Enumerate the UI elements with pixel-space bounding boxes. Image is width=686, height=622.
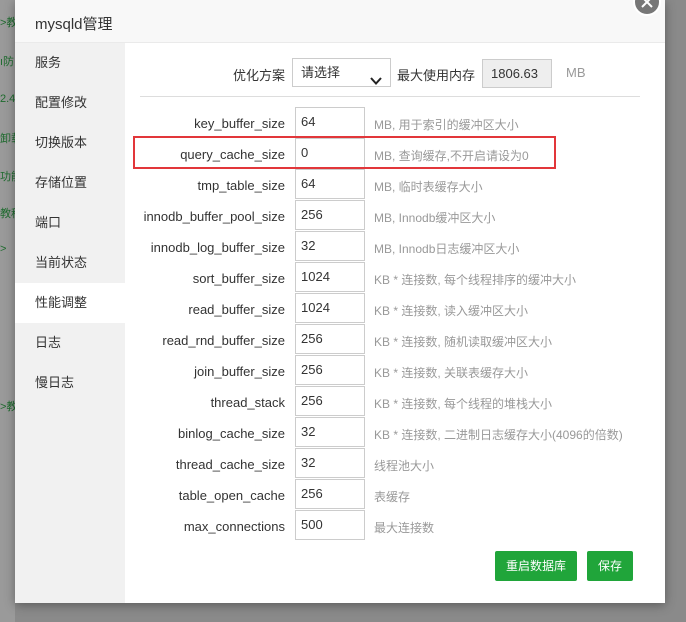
param-input[interactable]: 32 [295,417,365,447]
param-input[interactable]: 32 [295,231,365,261]
param-description: MB, 查询缓存,不开启请设为0 [374,149,529,163]
background-text-fragment: >教 [0,401,15,413]
mysqld-dialog: mysqld管理 服务 配置修改 切换版本 存储位置 端口 当前状态 性能调整 日志 慢日志 优… [15,0,665,603]
param-row: table_open_cache 256 表缓存 [125,479,665,510]
max-memory-input[interactable]: 1806.63 [482,59,552,88]
param-label: table_open_cache [178,488,285,503]
optimize-scheme-select[interactable]: 请选择 [292,58,391,87]
dialog-titlebar: mysqld管理 [15,0,665,43]
sidebar-item[interactable]: 慢日志 [15,363,125,403]
param-label: join_buffer_size [194,364,285,379]
param-label: thread_stack [210,395,285,410]
param-row: read_buffer_size 1024 KB * 连接数, 读入缓冲区大小 [125,293,665,324]
param-label: thread_cache_size [175,457,285,472]
param-label: max_connections [183,519,285,534]
param-row: binlog_cache_size 32 KB * 连接数, 二进制日志缓存大小(4… [125,417,665,448]
param-row: tmp_table_size 64 MB, 临时表缓存大小 [125,169,665,200]
max-memory-unit: MB [566,65,586,80]
param-input[interactable]: 256 [295,355,365,385]
sidebar: 服务 配置修改 切换版本 存储位置 端口 当前状态 性能调整 日志 慢日志 [15,43,125,603]
param-input[interactable]: 500 [295,510,365,540]
close-icon [641,0,653,8]
param-row: innodb_buffer_pool_size 256 MB, Innodb缓冲区大… [125,200,665,231]
param-label: innodb_log_buffer_size [150,240,285,255]
param-input[interactable]: 64 [295,169,365,199]
param-row: innodb_log_buffer_size 32 MB, Innodb日志缓冲区大… [125,231,665,262]
param-description: KB * 连接数, 每个线程排序的缓冲大小 [374,273,577,287]
param-label: sort_buffer_size [192,271,285,286]
background-text-fragment: ı防 [0,56,15,68]
optimize-scheme-label: 优化方案 [232,68,285,83]
param-description: MB, Innodb缓冲区大小 [374,211,496,225]
param-input[interactable]: 32 [295,448,365,478]
background-text-fragment: 教程 [0,208,15,220]
param-row: thread_cache_size 32 线程池大小 [125,448,665,479]
param-input[interactable]: 256 [295,324,365,354]
param-input[interactable]: 256 [295,479,365,509]
sidebar-item[interactable]: 配置修改 [15,83,125,123]
param-input[interactable]: 1024 [295,293,365,323]
sidebar-item[interactable]: 性能调整 [15,283,125,323]
param-input[interactable]: 0 [295,138,365,168]
sidebar-item[interactable]: 服务 [15,43,125,83]
sidebar-item[interactable]: 日志 [15,323,125,363]
param-label: innodb_buffer_pool_size [143,209,285,224]
param-list: key_buffer_size 64 MB, 用于索引的缓冲区大小 query_cac… [125,107,665,541]
param-description: KB * 连接数, 随机读取缓冲区大小 [374,335,553,349]
param-input[interactable]: 256 [295,200,365,230]
background-text-fragment: > [0,243,7,255]
param-row: join_buffer_size 256 KB * 连接数, 关联表缓存大小 [125,355,665,386]
restart-database-button[interactable]: 重启数据库 [495,551,577,581]
param-row: key_buffer_size 64 MB, 用于索引的缓冲区大小 [125,107,665,138]
param-input[interactable]: 64 [295,107,365,137]
param-label: tmp_table_size [197,178,285,193]
background-text-fragment: 卸载 [0,133,15,145]
param-input[interactable]: 256 [295,386,365,416]
param-row: query_cache_size 0 MB, 查询缓存,不开启请设为0 [125,138,665,169]
param-description: MB, 用于索引的缓冲区大小 [374,118,519,132]
param-label: query_cache_size [180,147,285,162]
sidebar-item[interactable]: 切换版本 [15,123,125,163]
param-description: KB * 连接数, 读入缓冲区大小 [374,304,529,318]
dialog-title: mysqld管理 [35,16,113,33]
param-description: KB * 连接数, 每个线程的堆栈大小 [374,397,553,411]
param-description: MB, 临时表缓存大小 [374,180,483,194]
param-row: read_rnd_buffer_size 256 KB * 连接数, 随机读取缓冲区… [125,324,665,355]
divider [140,96,640,97]
background-text-fragment: 功能 [0,171,15,183]
sidebar-item[interactable]: 端口 [15,203,125,243]
param-row: max_connections 500 最大连接数 [125,510,665,541]
param-description: 线程池大小 [374,459,435,473]
param-label: binlog_cache_size [178,426,285,441]
param-description: MB, Innodb日志缓冲区大小 [374,242,520,256]
param-description: 最大连接数 [374,521,435,535]
chevron-down-icon [370,68,382,95]
optimize-bar: 优化方案 请选择 最大使用内存 1806.63 MB [125,43,665,97]
param-description: KB * 连接数, 二进制日志缓存大小(4096的倍数) [374,428,623,442]
param-description: KB * 连接数, 关联表缓存大小 [374,366,529,380]
sidebar-item[interactable]: 存储位置 [15,163,125,203]
param-label: read_buffer_size [188,302,285,317]
max-memory-label: 最大使用内存 [396,68,475,83]
background-text-fragment: 2.4 [0,93,15,105]
background-text-fragment: >教 [0,17,15,29]
param-input[interactable]: 1024 [295,262,365,292]
save-button[interactable]: 保存 [587,551,633,581]
param-row: sort_buffer_size 1024 KB * 连接数, 每个线程排序的缓冲大… [125,262,665,293]
optimize-scheme-value: 请选择 [301,65,341,80]
sidebar-item[interactable]: 当前状态 [15,243,125,283]
performance-panel: 优化方案 请选择 最大使用内存 1806.63 MB key_buffer_si… [125,43,665,603]
param-label: key_buffer_size [194,116,285,131]
param-label: read_rnd_buffer_size [162,333,285,348]
param-description: 表缓存 [374,490,411,504]
param-row: thread_stack 256 KB * 连接数, 每个线程的堆栈大小 [125,386,665,417]
